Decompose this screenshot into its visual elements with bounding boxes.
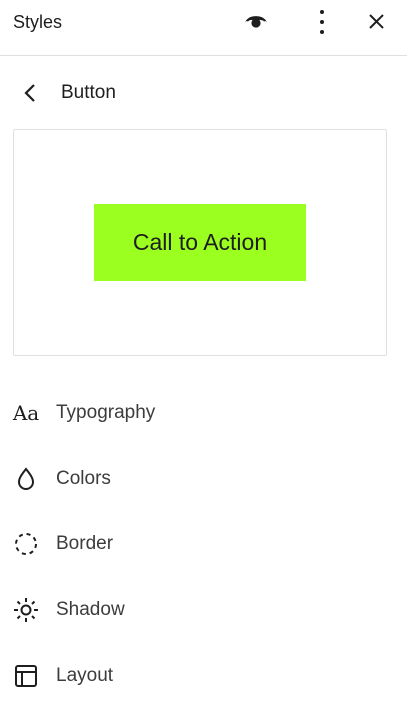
- style-preview: Call to Action: [13, 129, 387, 356]
- navigation-row: Button: [0, 72, 407, 114]
- menu-item-label: Colors: [56, 468, 111, 489]
- border-icon: [12, 530, 40, 558]
- menu-item-border[interactable]: Border: [0, 518, 407, 570]
- more-options-button[interactable]: [306, 5, 338, 37]
- menu-item-shadow[interactable]: Shadow: [0, 584, 407, 636]
- close-icon: [369, 14, 384, 29]
- menu-item-colors[interactable]: Colors: [0, 453, 407, 505]
- styles-panel: Styles Button Call to Action Aa Typograp…: [0, 0, 407, 704]
- shadow-icon: [12, 596, 40, 624]
- panel-header: Styles: [0, 0, 407, 56]
- call-to-action-button[interactable]: Call to Action: [94, 204, 306, 281]
- menu-item-label: Shadow: [56, 599, 125, 620]
- back-button[interactable]: [14, 77, 46, 109]
- preview-toggle-button[interactable]: [240, 5, 272, 37]
- menu-item-label: Typography: [56, 402, 156, 423]
- droplet-icon: [12, 465, 40, 493]
- menu-item-label: Border: [56, 533, 114, 554]
- chevron-left-icon: [24, 84, 35, 102]
- close-button[interactable]: [360, 5, 392, 37]
- menu-item-layout[interactable]: Layout: [0, 650, 407, 702]
- menu-item-typography[interactable]: Aa Typography: [0, 387, 407, 439]
- more-vertical-icon: [320, 10, 324, 34]
- panel-title: Styles: [13, 12, 63, 32]
- eye-icon: [245, 16, 267, 28]
- layout-icon: [12, 662, 40, 690]
- menu-item-label: Layout: [56, 665, 114, 686]
- screen-title: Button: [61, 82, 116, 103]
- typography-icon: Aa: [12, 401, 40, 425]
